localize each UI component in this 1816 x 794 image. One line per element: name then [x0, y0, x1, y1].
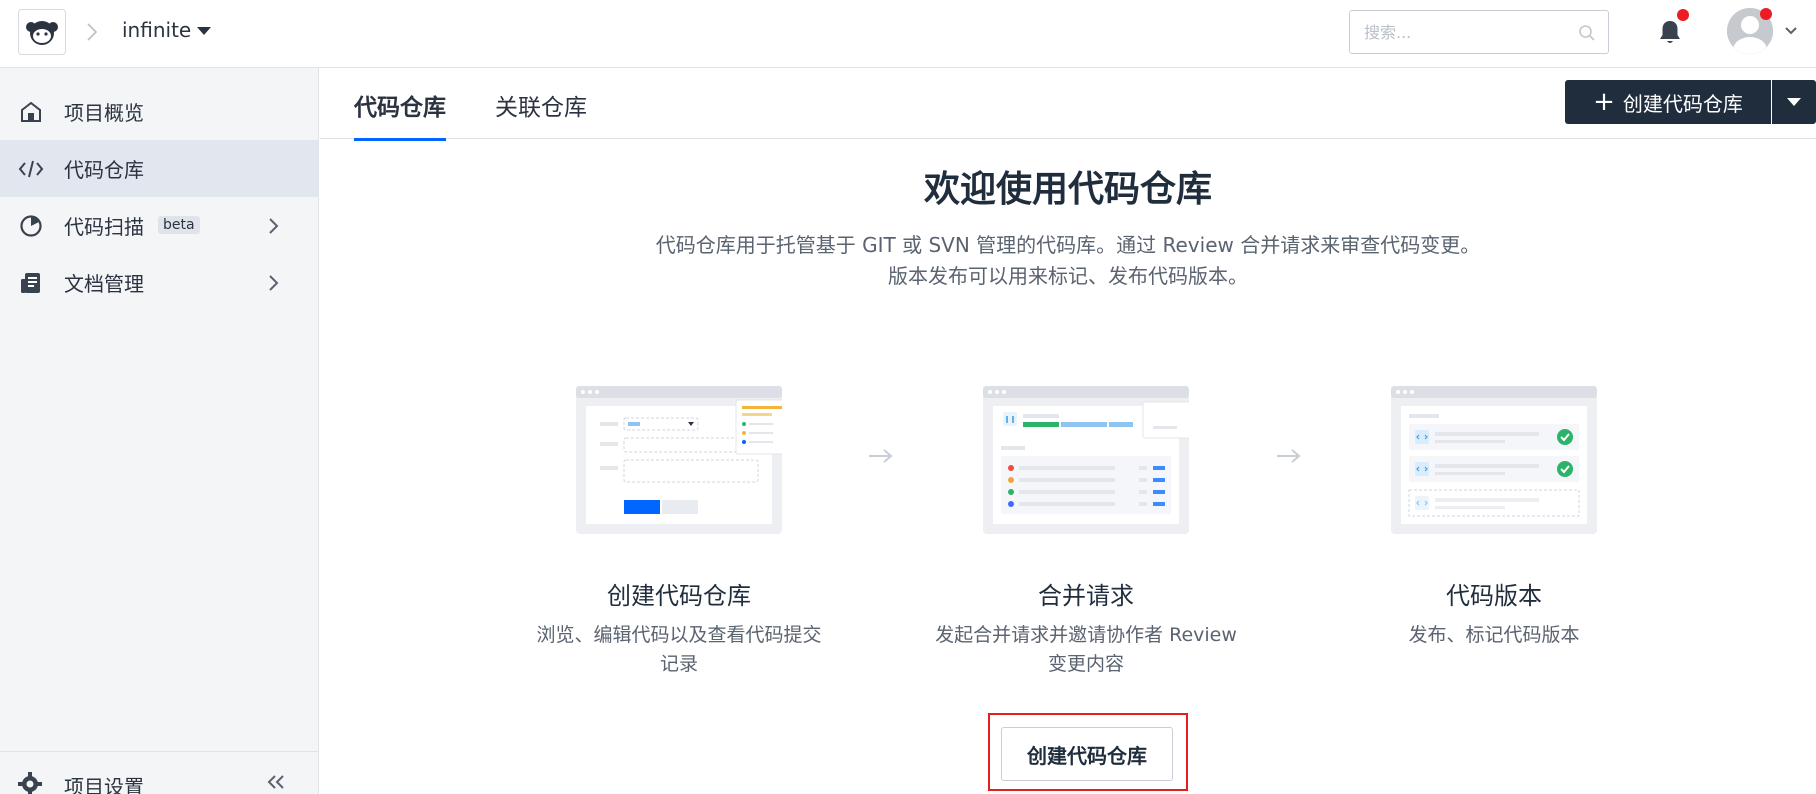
chevron-right-icon[interactable]: [268, 274, 280, 292]
code-icon: [18, 160, 44, 178]
search-icon[interactable]: [1578, 24, 1596, 42]
feature-card-code-version: 代码版本 发布、标记代码版本: [1339, 386, 1649, 650]
gear-icon: [18, 772, 42, 794]
card-desc-line: 浏览、编辑代码以及查看代码提交: [536, 624, 822, 646]
card-title: 合并请求: [1038, 582, 1134, 610]
arrow-right-icon: [1277, 449, 1301, 463]
card-desc-line: 变更内容: [1047, 653, 1124, 675]
monkey-logo-icon: [26, 21, 58, 45]
arrow-right-icon: [869, 449, 893, 463]
project-name[interactable]: infinite: [122, 18, 191, 42]
search-input[interactable]: [1364, 21, 1564, 43]
welcome-desc-line: 代码仓库用于托管基于 GIT 或 SVN 管理的代码库。通过 Review 合并…: [655, 233, 1481, 257]
document-icon: [21, 273, 40, 293]
sidebar-item-label: 代码仓库: [64, 158, 144, 182]
welcome-description: 代码仓库用于托管基于 GIT 或 SVN 管理的代码库。通过 Review 合并…: [300, 230, 1816, 292]
card-description: 发起合并请求并邀请协作者 Review 变更内容: [931, 621, 1241, 679]
sidebar-item-label: 项目概览: [64, 101, 144, 125]
create-repo-dropdown[interactable]: [1772, 80, 1816, 124]
sidebar-item-code-scan[interactable]: 代码扫描 beta: [0, 197, 318, 254]
create-repo-button[interactable]: + 创建代码仓库: [1565, 80, 1771, 124]
sidebar-item-code-repo[interactable]: 代码仓库: [0, 140, 318, 197]
card-desc-line: 发起合并请求并邀请协作者 Review: [935, 624, 1237, 646]
create-repo-cta-button[interactable]: 创建代码仓库: [1001, 727, 1173, 781]
card-title: 代码版本: [1446, 582, 1542, 610]
welcome-desc-line: 版本发布可以用来标记、发布代码版本。: [888, 264, 1248, 288]
tab-linked-repo[interactable]: 关联仓库: [495, 88, 587, 138]
beta-badge: beta: [158, 216, 200, 234]
card-description: 浏览、编辑代码以及查看代码提交 记录: [524, 621, 834, 679]
sidebar-footer: 项目设置: [0, 751, 318, 794]
feature-card-merge-request: 合并请求 发起合并请求并邀请协作者 Review 变更内容: [931, 386, 1241, 679]
caret-down-icon: [1787, 98, 1801, 106]
chevron-right-icon: [87, 23, 98, 41]
app-logo[interactable]: [18, 9, 66, 55]
plus-icon: +: [1593, 87, 1615, 117]
sidebar-item-overview[interactable]: 项目概览: [0, 83, 318, 140]
create-repo-illustration: [576, 386, 793, 534]
notification-dot: [1677, 9, 1689, 21]
sidebar: 项目概览 代码仓库 代码扫描 beta 文档管理 项目设置: [0, 68, 319, 794]
card-desc-line: 记录: [659, 653, 698, 675]
scan-icon: [20, 215, 42, 237]
card-description: 发布、标记代码版本: [1339, 621, 1649, 650]
collapse-sidebar-icon[interactable]: [266, 774, 286, 790]
avatar-badge-dot: [1760, 8, 1772, 20]
home-icon: [21, 101, 41, 122]
code-version-illustration: [1391, 386, 1597, 534]
welcome-title: 欢迎使用代码仓库: [923, 169, 1212, 210]
sidebar-item-label: 文档管理: [64, 272, 144, 296]
top-bar: infinite: [0, 0, 1816, 68]
card-desc-line: 发布、标记代码版本: [1408, 624, 1580, 646]
tab-code-repo[interactable]: 代码仓库: [354, 88, 446, 141]
search-box[interactable]: [1349, 10, 1609, 54]
create-repo-button-label: 创建代码仓库: [1622, 91, 1743, 116]
caret-down-icon[interactable]: [196, 26, 212, 36]
card-title: 创建代码仓库: [607, 582, 751, 610]
merge-request-illustration: [983, 386, 1204, 534]
chevron-down-icon[interactable]: [1784, 26, 1798, 36]
settings-label[interactable]: 项目设置: [64, 771, 144, 794]
sidebar-item-label: 代码扫描: [64, 215, 144, 239]
chevron-right-icon[interactable]: [268, 217, 280, 235]
feature-card-create-repo: 创建代码仓库 浏览、编辑代码以及查看代码提交 记录: [524, 386, 834, 679]
sidebar-item-docs[interactable]: 文档管理: [0, 254, 318, 311]
bell-icon: [1660, 21, 1680, 43]
